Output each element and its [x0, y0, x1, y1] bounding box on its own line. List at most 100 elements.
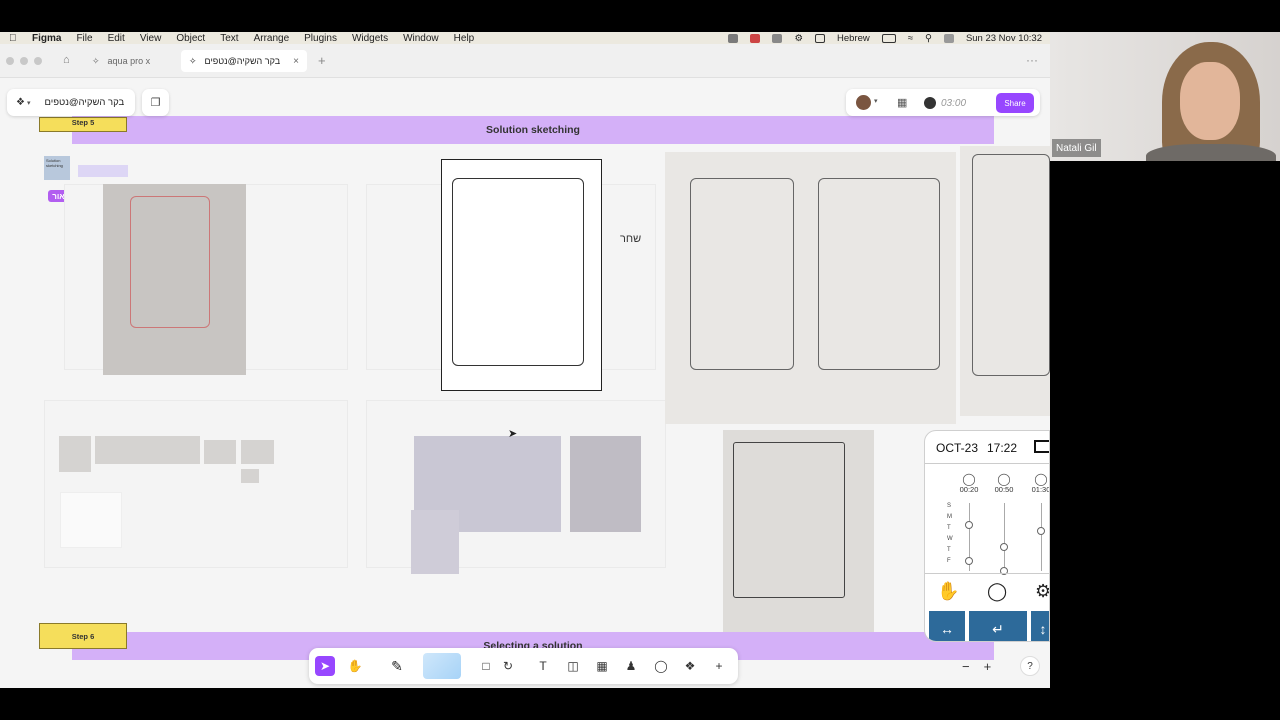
battery-icon[interactable] — [881, 33, 896, 43]
menu-arrange[interactable]: Arrange — [254, 33, 290, 44]
menu-widgets[interactable]: Widgets — [352, 33, 388, 44]
menu-plugins[interactable]: Plugins — [304, 33, 337, 44]
file-menu-pill[interactable]: ❖ ▾ בקר השקיה@נטפים — [7, 89, 135, 116]
clock[interactable]: Sun 23 Nov 10:32 — [966, 33, 1042, 44]
avatar[interactable] — [856, 95, 871, 110]
day-label: F — [947, 558, 951, 564]
minimize-window-button[interactable] — [20, 57, 28, 65]
shape-tool-icon[interactable]: □ — [476, 656, 496, 676]
sketch-thumbnail[interactable] — [204, 440, 236, 464]
pages-icon[interactable]: ❐ — [142, 89, 169, 116]
timer[interactable]: 03:00 — [924, 95, 986, 111]
file-name[interactable]: בקר השקיה@נטפים — [44, 97, 124, 108]
sticky-label[interactable]: שחר — [620, 233, 641, 245]
search-icon[interactable]: ⚲ — [925, 33, 932, 44]
close-tab-icon[interactable]: × — [293, 56, 299, 67]
column-time: 00:20 — [959, 485, 979, 494]
menu-window[interactable]: Window — [403, 33, 439, 44]
marker-tool-icon[interactable]: ✎ — [387, 656, 407, 676]
menu-app[interactable]: Figma — [32, 33, 61, 44]
sketch-drawing — [690, 178, 794, 370]
sticky-note[interactable]: Solution sketching — [44, 156, 70, 180]
menubar-status: ⚙ Hebrew ≈ ⚲ Sun 23 Nov 10:32 — [728, 32, 1042, 44]
column-time: 00:50 — [994, 485, 1014, 494]
section-tool-icon[interactable]: ◫ — [563, 656, 583, 676]
menu-view[interactable]: View — [140, 33, 162, 44]
schedule-column: ◯ 00:50 — [989, 473, 1019, 494]
tab-label: בקר השקיה@נטפים — [204, 56, 281, 66]
shield-icon[interactable] — [772, 33, 783, 43]
share-button[interactable]: Share — [996, 93, 1034, 113]
new-tab-button[interactable]: + — [318, 53, 326, 68]
sketch-drawing — [130, 196, 210, 328]
menu-help[interactable]: Help — [454, 33, 475, 44]
sketch-thumbnail[interactable] — [241, 469, 259, 483]
sketch-thumbnail[interactable] — [95, 436, 200, 464]
help-button[interactable]: ? — [1020, 656, 1040, 676]
wifi-icon[interactable]: ≈ — [908, 33, 913, 44]
table-tool-icon[interactable]: ▦ — [592, 656, 612, 676]
column-time: 01:30 — [1031, 485, 1050, 494]
figma-logo-icon[interactable]: ❖ — [16, 97, 25, 108]
select-tool-icon[interactable]: ➤ — [315, 656, 335, 676]
gear-icon[interactable]: ⚙ — [794, 33, 803, 44]
video-tile[interactable]: Natali Gil — [1050, 32, 1280, 161]
menu-object[interactable]: Object — [176, 33, 205, 44]
tab-active-board[interactable]: ✧ בקר השקיה@נטפים × — [181, 50, 307, 72]
sketch-thumbnail[interactable] — [241, 440, 274, 464]
text-tool-icon[interactable]: T — [533, 656, 553, 676]
chevron-down-icon[interactable]: ▾ — [27, 99, 31, 107]
figjam-canvas[interactable]: Solution sketching Step 5 Selecting a so… — [0, 78, 1050, 688]
more-icon[interactable]: ··· — [1026, 53, 1038, 67]
screen:  Figma File Edit View Object Text Arran… — [0, 0, 1280, 720]
schedule-column: ◯ 00:20 — [954, 473, 984, 494]
section-solution-sketching[interactable]: Solution sketching — [72, 116, 994, 144]
more-tools-icon[interactable]: + — [709, 656, 729, 676]
step-label: Step 5 — [71, 118, 95, 127]
highlighter-tool-icon[interactable] — [423, 653, 461, 679]
text-note[interactable] — [60, 492, 122, 548]
figjam-file-icon: ✧ — [92, 55, 100, 66]
swap-arrows-icon: ↔ — [929, 611, 965, 641]
sketch-thumbnail[interactable] — [59, 436, 91, 472]
zoom-in-button[interactable]: + — [984, 659, 992, 674]
close-window-button[interactable] — [6, 57, 14, 65]
sketch-drawing — [818, 178, 940, 370]
menu-text[interactable]: Text — [220, 33, 238, 44]
app-status-icon[interactable] — [750, 33, 761, 43]
gear-icon: ⚙ — [1035, 581, 1050, 601]
zoom-window-button[interactable] — [34, 57, 42, 65]
input-source[interactable]: Hebrew — [837, 33, 870, 44]
sketch-photo[interactable] — [570, 436, 641, 532]
sticky-note[interactable] — [78, 165, 128, 177]
stamp-tool-icon[interactable]: ♟ — [621, 656, 641, 676]
widgets-tool-icon[interactable]: ❖ — [680, 656, 700, 676]
tab-aqua-pro[interactable]: ✧ aqua pro x — [84, 50, 180, 72]
drop-icon: ◯ — [987, 581, 1008, 601]
slider-knob — [965, 521, 973, 529]
home-icon[interactable]: ⌂ — [63, 54, 70, 66]
step-5-tag[interactable]: Step 5 — [39, 117, 127, 132]
menu-file[interactable]: File — [76, 33, 92, 44]
hand-icon: ✋ — [937, 581, 960, 601]
hand-tool-icon[interactable]: ✋ — [345, 656, 365, 676]
ui-mockup[interactable]: OCT-23 17:22 ◯ 00:20 ◯ 00:50 ◯ 01:30 S M… — [924, 430, 1050, 642]
figma-status-icon[interactable] — [728, 33, 739, 43]
menu-edit[interactable]: Edit — [108, 33, 125, 44]
note-text: Solution sketching — [46, 158, 63, 168]
tab-bar: ⌂ ✧ aqua pro x ✧ בקר השקיה@נטפים × + ··· — [0, 44, 1050, 78]
sketch-drawing — [733, 442, 845, 598]
connector-tool-icon[interactable]: ↻ — [498, 656, 518, 676]
control-center-icon[interactable] — [943, 33, 954, 43]
zoom-out-button[interactable]: − — [962, 659, 970, 674]
keyboard-icon[interactable] — [815, 33, 825, 43]
sketch-photo[interactable] — [411, 510, 459, 574]
layout-icon[interactable]: ▦ — [897, 96, 907, 109]
enter-arrow-icon: ↵ — [969, 611, 1027, 641]
day-label: T — [947, 525, 951, 531]
apple-icon[interactable]:  — [9, 33, 21, 44]
drop-icon: ◯ — [962, 472, 976, 486]
step-6-tag[interactable]: Step 6 — [39, 623, 127, 649]
comment-tool-icon[interactable]: ◯ — [651, 656, 671, 676]
chevron-down-icon[interactable]: ▾ — [874, 97, 878, 105]
